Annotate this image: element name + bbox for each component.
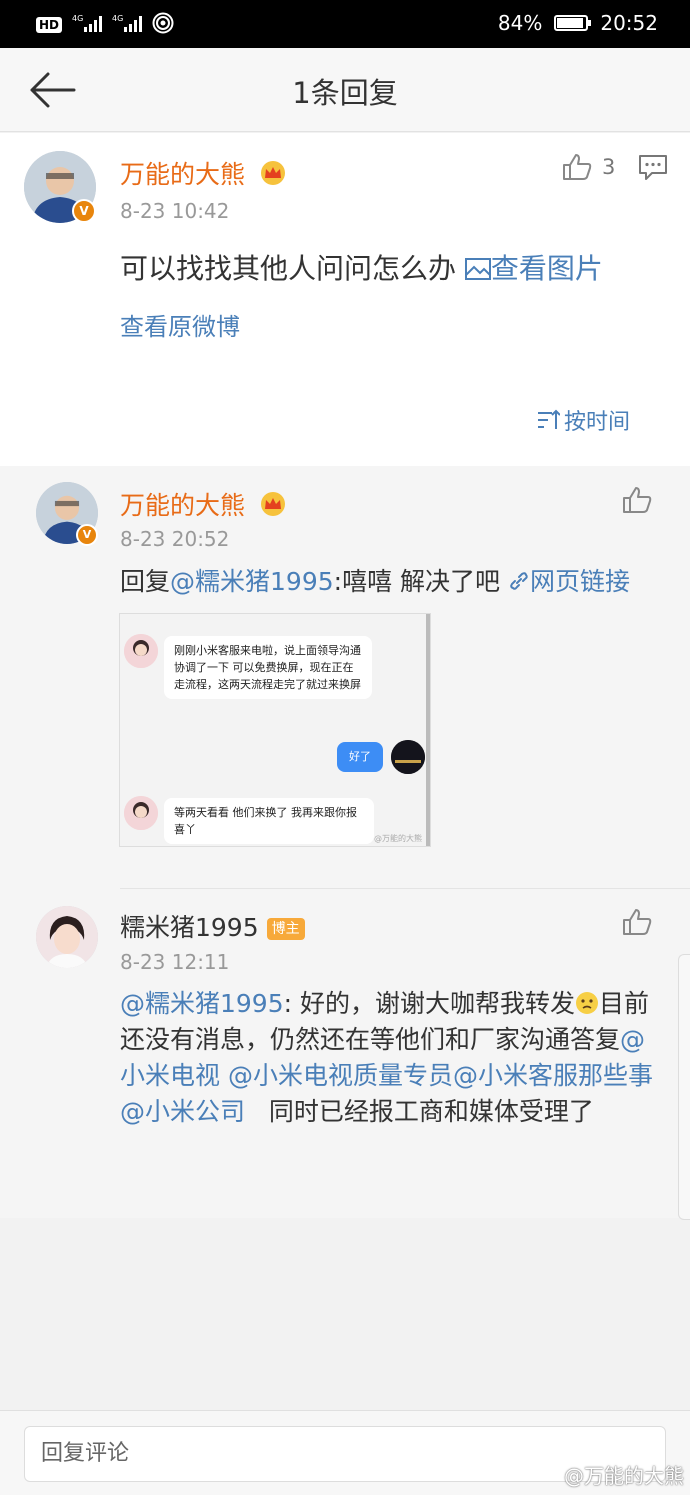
chat-message: 等两天看看 他们来换了 我再来跟你报喜丫	[164, 798, 374, 844]
signal-icon-2: 4G	[112, 13, 143, 37]
web-link[interactable]: 网页链接	[508, 567, 630, 596]
link-icon	[510, 572, 528, 590]
status-left: HD 4G 4G	[36, 12, 174, 38]
mention-link[interactable]: @小米客服那些事	[453, 1061, 653, 1090]
like-button[interactable]	[622, 908, 652, 936]
svg-text:4G: 4G	[72, 14, 83, 23]
web-link-label: 网页链接	[529, 567, 630, 596]
bottom-bar: 回复评论 @万能的大熊	[0, 1410, 690, 1495]
hotspot-icon	[152, 12, 174, 38]
hd-indicator: HD	[36, 17, 63, 33]
signal-icon: 4G	[72, 13, 103, 37]
like-button[interactable]: 3	[562, 153, 615, 181]
sort-by-time-button[interactable]: 按时间	[536, 404, 630, 436]
image-scrollbar	[426, 614, 430, 846]
mention-link[interactable]: @小米电视质量专员	[228, 1061, 453, 1090]
chat-avatar	[124, 796, 158, 830]
reply-author[interactable]: 糯米猪1995 博主	[120, 908, 305, 944]
view-image-link[interactable]: 查看图片	[464, 252, 603, 285]
sort-label: 按时间	[563, 410, 630, 435]
main-comment: V 万能的大熊 8-23 10:42 3 可以找找其他人问问怎么办 查看图片 查…	[0, 133, 690, 466]
nav-bar: 1条回复	[0, 48, 690, 132]
mention-link[interactable]: @糯米猪1995	[170, 567, 334, 596]
chat-avatar-self	[391, 740, 425, 774]
crown-icon	[259, 491, 287, 523]
divider	[120, 888, 690, 889]
chat-avatar	[124, 634, 158, 668]
like-button[interactable]	[622, 486, 652, 514]
crown-icon	[259, 160, 287, 192]
emoji-icon	[575, 989, 599, 1018]
reply-time: 8-23 20:52	[120, 527, 230, 551]
thumbs-up-icon	[623, 909, 652, 935]
image-icon	[464, 258, 491, 280]
comment-body: 可以找找其他人问问怎么办	[120, 252, 465, 285]
author-name: 糯米猪1995	[120, 913, 259, 942]
battery-percent: 84%	[497, 11, 543, 35]
mention-link[interactable]: @小米公司	[120, 1097, 245, 1126]
status-right: 84% 20:52	[498, 11, 658, 35]
svg-text:4G: 4G	[112, 14, 123, 23]
comment-time: 8-23 10:42	[120, 199, 230, 223]
comment-icon[interactable]	[638, 153, 668, 185]
reply-body-3: 同时已经报工商和媒体受理了	[268, 1097, 594, 1126]
reply-text: @糯米猪1995: 好的，谢谢大咖帮我转发 目前还没有消息，仍然还在等他们和厂家沟…	[120, 986, 665, 1130]
view-original-link[interactable]: 查看原微博	[120, 308, 240, 346]
mention-link[interactable]: @糯米猪1995	[120, 989, 284, 1018]
reply-prefix: 回复	[120, 567, 171, 596]
verified-icon: V	[76, 524, 98, 546]
chat-message: 刚刚小米客服来电啦，说上面领导沟通协调了一下 可以免费换屏，现在正在走流程，这两…	[164, 636, 372, 699]
reply-body: :嘻嘻 解决了吧	[333, 567, 508, 596]
comment-text: 可以找找其他人问问怎么办 查看图片	[120, 250, 665, 288]
thumbs-up-icon	[623, 487, 652, 513]
status-bar: HD 4G 4G 84% 20:52	[0, 0, 690, 48]
image-watermark: @万能的大熊	[374, 834, 422, 843]
verified-icon: V	[72, 199, 96, 223]
reply-author[interactable]: 万能的大熊	[120, 486, 287, 523]
author-badge: 博主	[266, 918, 305, 940]
reply-text: 回复@糯米猪1995:嘻嘻 解决了吧 网页链接	[120, 563, 680, 601]
comment-author[interactable]: 万能的大熊	[120, 155, 287, 192]
battery-icon	[554, 15, 592, 31]
author-name: 万能的大熊	[120, 160, 246, 189]
like-count: 3	[602, 155, 616, 179]
scrollbar[interactable]	[678, 954, 690, 1220]
chat-message-sent: 好了	[337, 742, 383, 772]
page-title: 1条回复	[292, 76, 398, 110]
author-name: 万能的大熊	[120, 491, 246, 520]
reply-body: : 好的，谢谢大咖帮我转发	[283, 989, 575, 1018]
sort-icon	[537, 409, 560, 429]
reply-time: 8-23 12:11	[120, 950, 230, 974]
chat-screenshot-image[interactable]: 刚刚小米客服来电啦，说上面领导沟通协调了一下 可以免费换屏，现在正在走流程，这两…	[119, 613, 431, 847]
thumbs-up-icon	[563, 154, 592, 180]
view-image-label: 查看图片	[490, 252, 603, 285]
avatar[interactable]	[36, 906, 98, 968]
weibo-watermark: @万能的大熊	[564, 1464, 684, 1488]
clock: 20:52	[600, 11, 658, 35]
reply-list: V 万能的大熊 8-23 20:52 回复@糯米猪1995:嘻嘻 解决了吧 网页…	[0, 466, 690, 1218]
